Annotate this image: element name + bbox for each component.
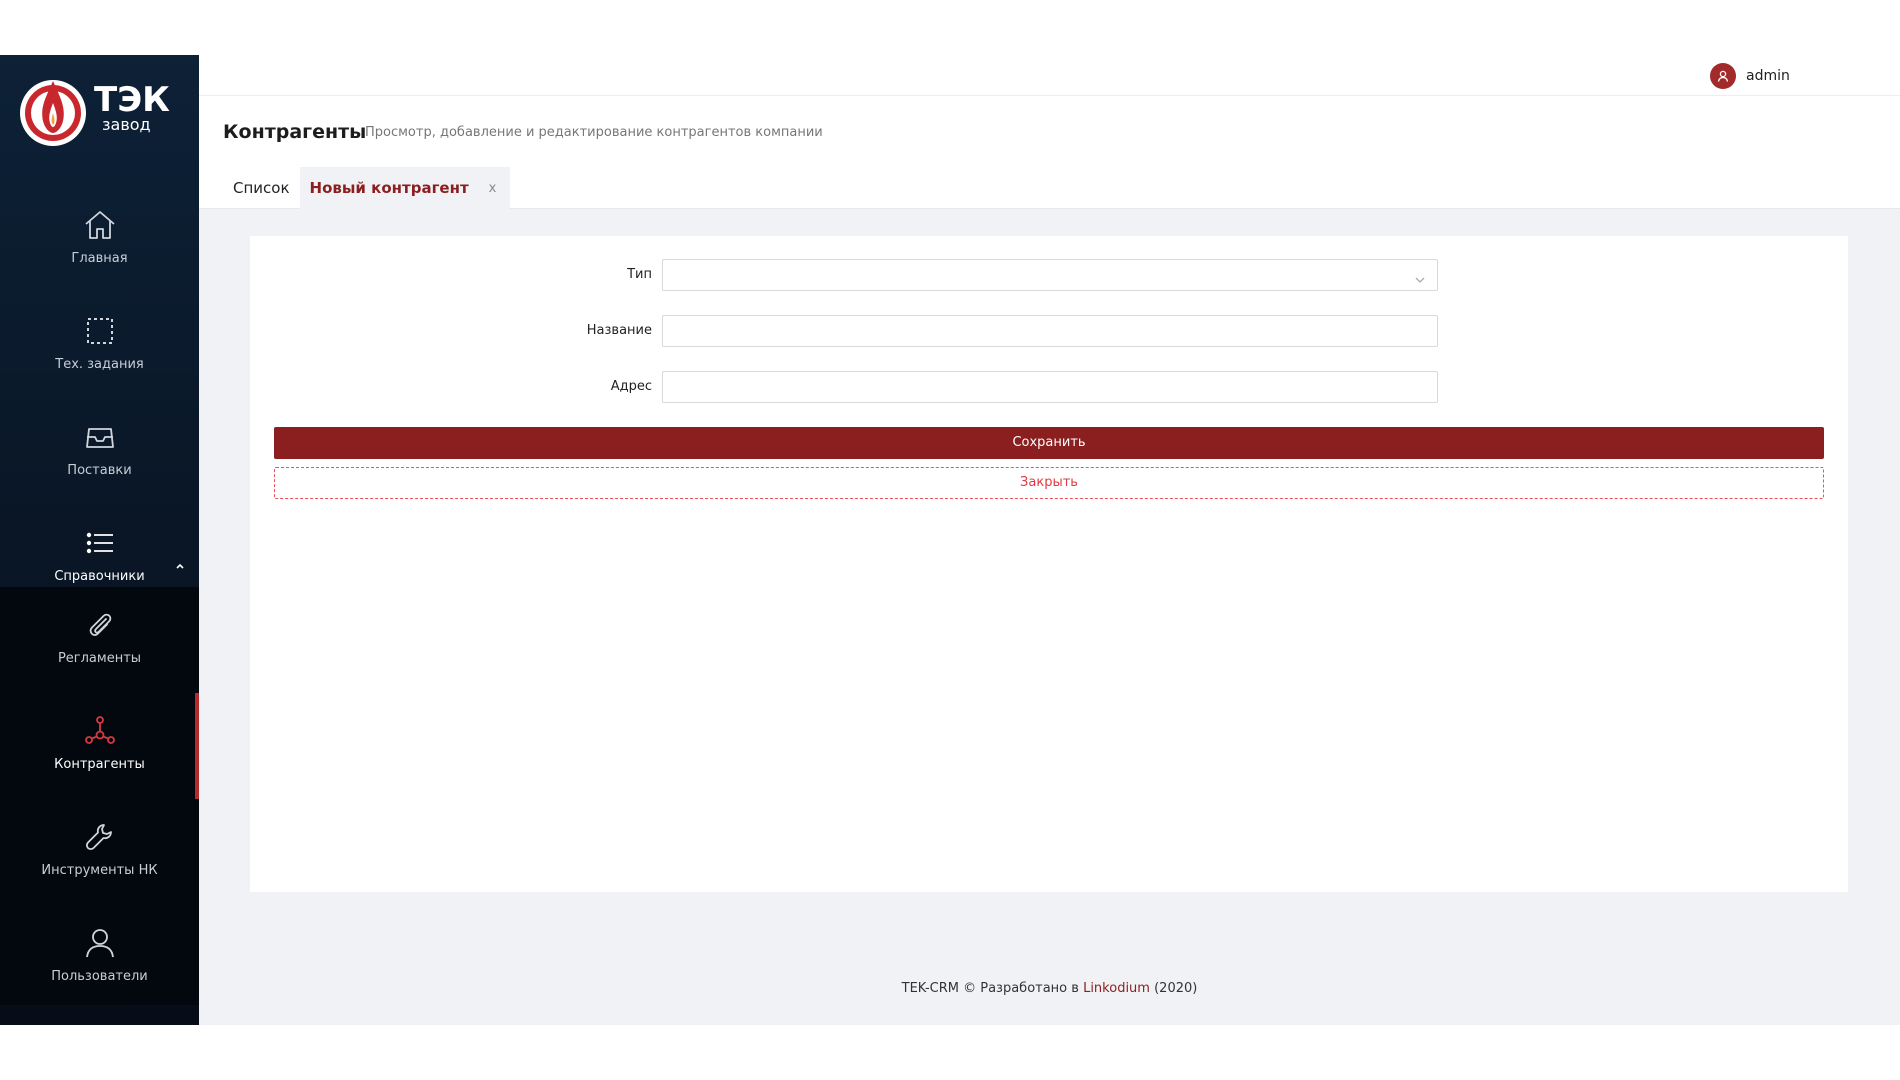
svg-text:ТЭК: ТЭК xyxy=(94,80,170,120)
footer-link[interactable]: Linkodium xyxy=(1083,981,1150,996)
list-icon xyxy=(82,525,118,561)
wrench-icon xyxy=(82,819,118,855)
sidebar-item-label: Контрагенты xyxy=(54,757,145,772)
user-icon xyxy=(82,925,118,961)
directories-submenu: Регламенты Контрагенты Инструменты НК По… xyxy=(0,587,199,1005)
close-button[interactable]: Закрыть xyxy=(274,467,1824,499)
form-row-type: Тип xyxy=(250,259,1848,291)
page-subtitle: Просмотр, добавление и редактирование ко… xyxy=(365,125,823,140)
selection-icon xyxy=(82,313,118,349)
tab-label: Список xyxy=(233,179,290,197)
page-title: Контрагенты xyxy=(223,121,367,143)
sidebar-item-nk-tools[interactable]: Инструменты НК xyxy=(0,799,199,905)
page-header: admin Контрагенты Просмотр, добавление и… xyxy=(199,55,1900,209)
chevron-down-icon[interactable] xyxy=(1414,270,1426,283)
form-row-address: Адрес xyxy=(250,371,1848,403)
chevron-up-icon[interactable] xyxy=(174,557,186,569)
sidebar-item-label: Инструменты НК xyxy=(41,863,158,878)
company-logo[interactable]: ТЭК завод xyxy=(18,75,188,155)
sidebar-item-users[interactable]: Пользователи xyxy=(0,905,199,1011)
footer-year: (2020) xyxy=(1154,981,1198,996)
nodes-icon xyxy=(82,713,118,749)
tab-bar: Список Новый контрагент x xyxy=(223,167,511,209)
tab-label: Новый контрагент xyxy=(309,179,469,197)
counterparty-form: Тип Название Адрес Сохранить Закрыть xyxy=(250,236,1848,892)
address-label: Адрес xyxy=(610,379,652,394)
sidebar-item-label: Тех. задания xyxy=(55,357,144,372)
tab-new-counterparty[interactable]: Новый контрагент x xyxy=(299,167,511,209)
user-menu[interactable]: admin xyxy=(1710,63,1790,89)
user-name: admin xyxy=(1746,68,1790,84)
app-frame: ТЭК завод Главная Тех. задания Поставки … xyxy=(0,55,1900,1025)
type-label: Тип xyxy=(627,267,652,282)
svg-text:завод: завод xyxy=(102,115,151,134)
sidebar-item-supplies[interactable]: Поставки xyxy=(0,399,199,505)
avatar xyxy=(1710,63,1736,89)
tab-close-button[interactable]: x xyxy=(489,181,497,196)
name-input[interactable] xyxy=(662,315,1438,347)
inbox-icon xyxy=(82,419,118,455)
sidebar-item-regulations[interactable]: Регламенты xyxy=(0,587,199,693)
top-bar: admin xyxy=(199,55,1900,96)
sidebar-item-label: Справочники xyxy=(54,569,145,584)
sidebar-item-label: Поставки xyxy=(67,463,132,478)
sidebar: ТЭК завод Главная Тех. задания Поставки … xyxy=(0,55,199,1025)
active-indicator xyxy=(195,693,199,799)
footer-text: TEK-CRM © Разработано в xyxy=(901,981,1079,996)
type-select[interactable] xyxy=(662,259,1438,291)
page-footer: TEK-CRM © Разработано в Linkodium (2020) xyxy=(199,981,1900,996)
address-input[interactable] xyxy=(662,371,1438,403)
form-row-name: Название xyxy=(250,315,1848,347)
name-label: Название xyxy=(586,323,652,338)
sidebar-item-counterparties[interactable]: Контрагенты xyxy=(0,693,199,799)
home-icon xyxy=(82,207,118,243)
tab-list[interactable]: Список xyxy=(223,167,300,209)
sidebar-item-label: Пользователи xyxy=(51,969,148,984)
paperclip-icon xyxy=(82,607,118,643)
sidebar-item-label: Главная xyxy=(71,251,128,266)
sidebar-item-tech-tasks[interactable]: Тех. задания xyxy=(0,293,199,399)
sidebar-item-label: Регламенты xyxy=(57,651,142,666)
save-button[interactable]: Сохранить xyxy=(274,427,1824,459)
sidebar-item-home[interactable]: Главная xyxy=(0,187,199,293)
